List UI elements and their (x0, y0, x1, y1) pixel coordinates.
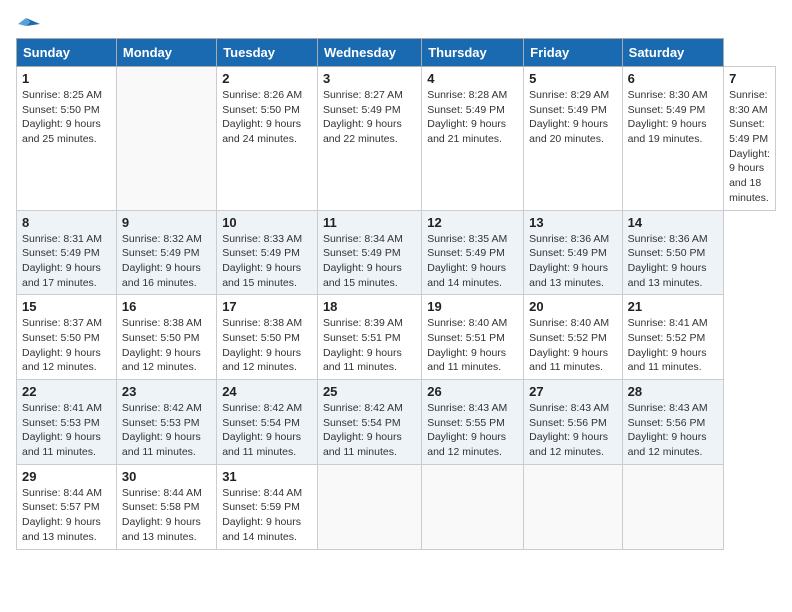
header-tuesday: Tuesday (217, 39, 318, 67)
table-row: 19Sunrise: 8:40 AMSunset: 5:51 PMDayligh… (422, 295, 524, 380)
table-row: 12Sunrise: 8:35 AMSunset: 5:49 PMDayligh… (422, 210, 524, 295)
table-row: 1Sunrise: 8:25 AMSunset: 5:50 PMDaylight… (17, 67, 117, 211)
table-row: 7Sunrise: 8:30 AMSunset: 5:49 PMDaylight… (724, 67, 776, 211)
calendar-week-4: 22Sunrise: 8:41 AMSunset: 5:53 PMDayligh… (17, 380, 776, 465)
table-row: 8Sunrise: 8:31 AMSunset: 5:49 PMDaylight… (17, 210, 117, 295)
header-wednesday: Wednesday (317, 39, 421, 67)
calendar-week-3: 15Sunrise: 8:37 AMSunset: 5:50 PMDayligh… (17, 295, 776, 380)
table-row: 6Sunrise: 8:30 AMSunset: 5:49 PMDaylight… (622, 67, 723, 211)
table-row: 14Sunrise: 8:36 AMSunset: 5:50 PMDayligh… (622, 210, 723, 295)
table-row: 9Sunrise: 8:32 AMSunset: 5:49 PMDaylight… (116, 210, 216, 295)
page-header (16, 16, 776, 30)
table-row: 4Sunrise: 8:28 AMSunset: 5:49 PMDaylight… (422, 67, 524, 211)
table-row: 22Sunrise: 8:41 AMSunset: 5:53 PMDayligh… (17, 380, 117, 465)
table-row (116, 67, 216, 211)
table-row: 23Sunrise: 8:42 AMSunset: 5:53 PMDayligh… (116, 380, 216, 465)
header-sunday: Sunday (17, 39, 117, 67)
table-row: 28Sunrise: 8:43 AMSunset: 5:56 PMDayligh… (622, 380, 723, 465)
table-row: 11Sunrise: 8:34 AMSunset: 5:49 PMDayligh… (317, 210, 421, 295)
table-row: 3Sunrise: 8:27 AMSunset: 5:49 PMDaylight… (317, 67, 421, 211)
header-monday: Monday (116, 39, 216, 67)
header-friday: Friday (524, 39, 623, 67)
logo (16, 16, 40, 30)
table-row (622, 464, 723, 549)
table-row: 13Sunrise: 8:36 AMSunset: 5:49 PMDayligh… (524, 210, 623, 295)
table-row: 21Sunrise: 8:41 AMSunset: 5:52 PMDayligh… (622, 295, 723, 380)
table-row: 31Sunrise: 8:44 AMSunset: 5:59 PMDayligh… (217, 464, 318, 549)
header-row: SundayMondayTuesdayWednesdayThursdayFrid… (17, 39, 776, 67)
table-row: 25Sunrise: 8:42 AMSunset: 5:54 PMDayligh… (317, 380, 421, 465)
header-saturday: Saturday (622, 39, 723, 67)
table-row: 2Sunrise: 8:26 AMSunset: 5:50 PMDaylight… (217, 67, 318, 211)
calendar-week-1: 1Sunrise: 8:25 AMSunset: 5:50 PMDaylight… (17, 67, 776, 211)
table-row: 30Sunrise: 8:44 AMSunset: 5:58 PMDayligh… (116, 464, 216, 549)
table-row: 10Sunrise: 8:33 AMSunset: 5:49 PMDayligh… (217, 210, 318, 295)
table-row: 16Sunrise: 8:38 AMSunset: 5:50 PMDayligh… (116, 295, 216, 380)
table-row (317, 464, 421, 549)
table-row: 15Sunrise: 8:37 AMSunset: 5:50 PMDayligh… (17, 295, 117, 380)
logo-bird-icon (18, 16, 40, 34)
table-row: 27Sunrise: 8:43 AMSunset: 5:56 PMDayligh… (524, 380, 623, 465)
calendar-week-2: 8Sunrise: 8:31 AMSunset: 5:49 PMDaylight… (17, 210, 776, 295)
calendar-table: SundayMondayTuesdayWednesdayThursdayFrid… (16, 38, 776, 550)
table-row: 24Sunrise: 8:42 AMSunset: 5:54 PMDayligh… (217, 380, 318, 465)
table-row (422, 464, 524, 549)
header-thursday: Thursday (422, 39, 524, 67)
table-row: 29Sunrise: 8:44 AMSunset: 5:57 PMDayligh… (17, 464, 117, 549)
table-row: 26Sunrise: 8:43 AMSunset: 5:55 PMDayligh… (422, 380, 524, 465)
table-row (524, 464, 623, 549)
table-row: 20Sunrise: 8:40 AMSunset: 5:52 PMDayligh… (524, 295, 623, 380)
table-row: 18Sunrise: 8:39 AMSunset: 5:51 PMDayligh… (317, 295, 421, 380)
table-row: 17Sunrise: 8:38 AMSunset: 5:50 PMDayligh… (217, 295, 318, 380)
calendar-week-5: 29Sunrise: 8:44 AMSunset: 5:57 PMDayligh… (17, 464, 776, 549)
table-row: 5Sunrise: 8:29 AMSunset: 5:49 PMDaylight… (524, 67, 623, 211)
